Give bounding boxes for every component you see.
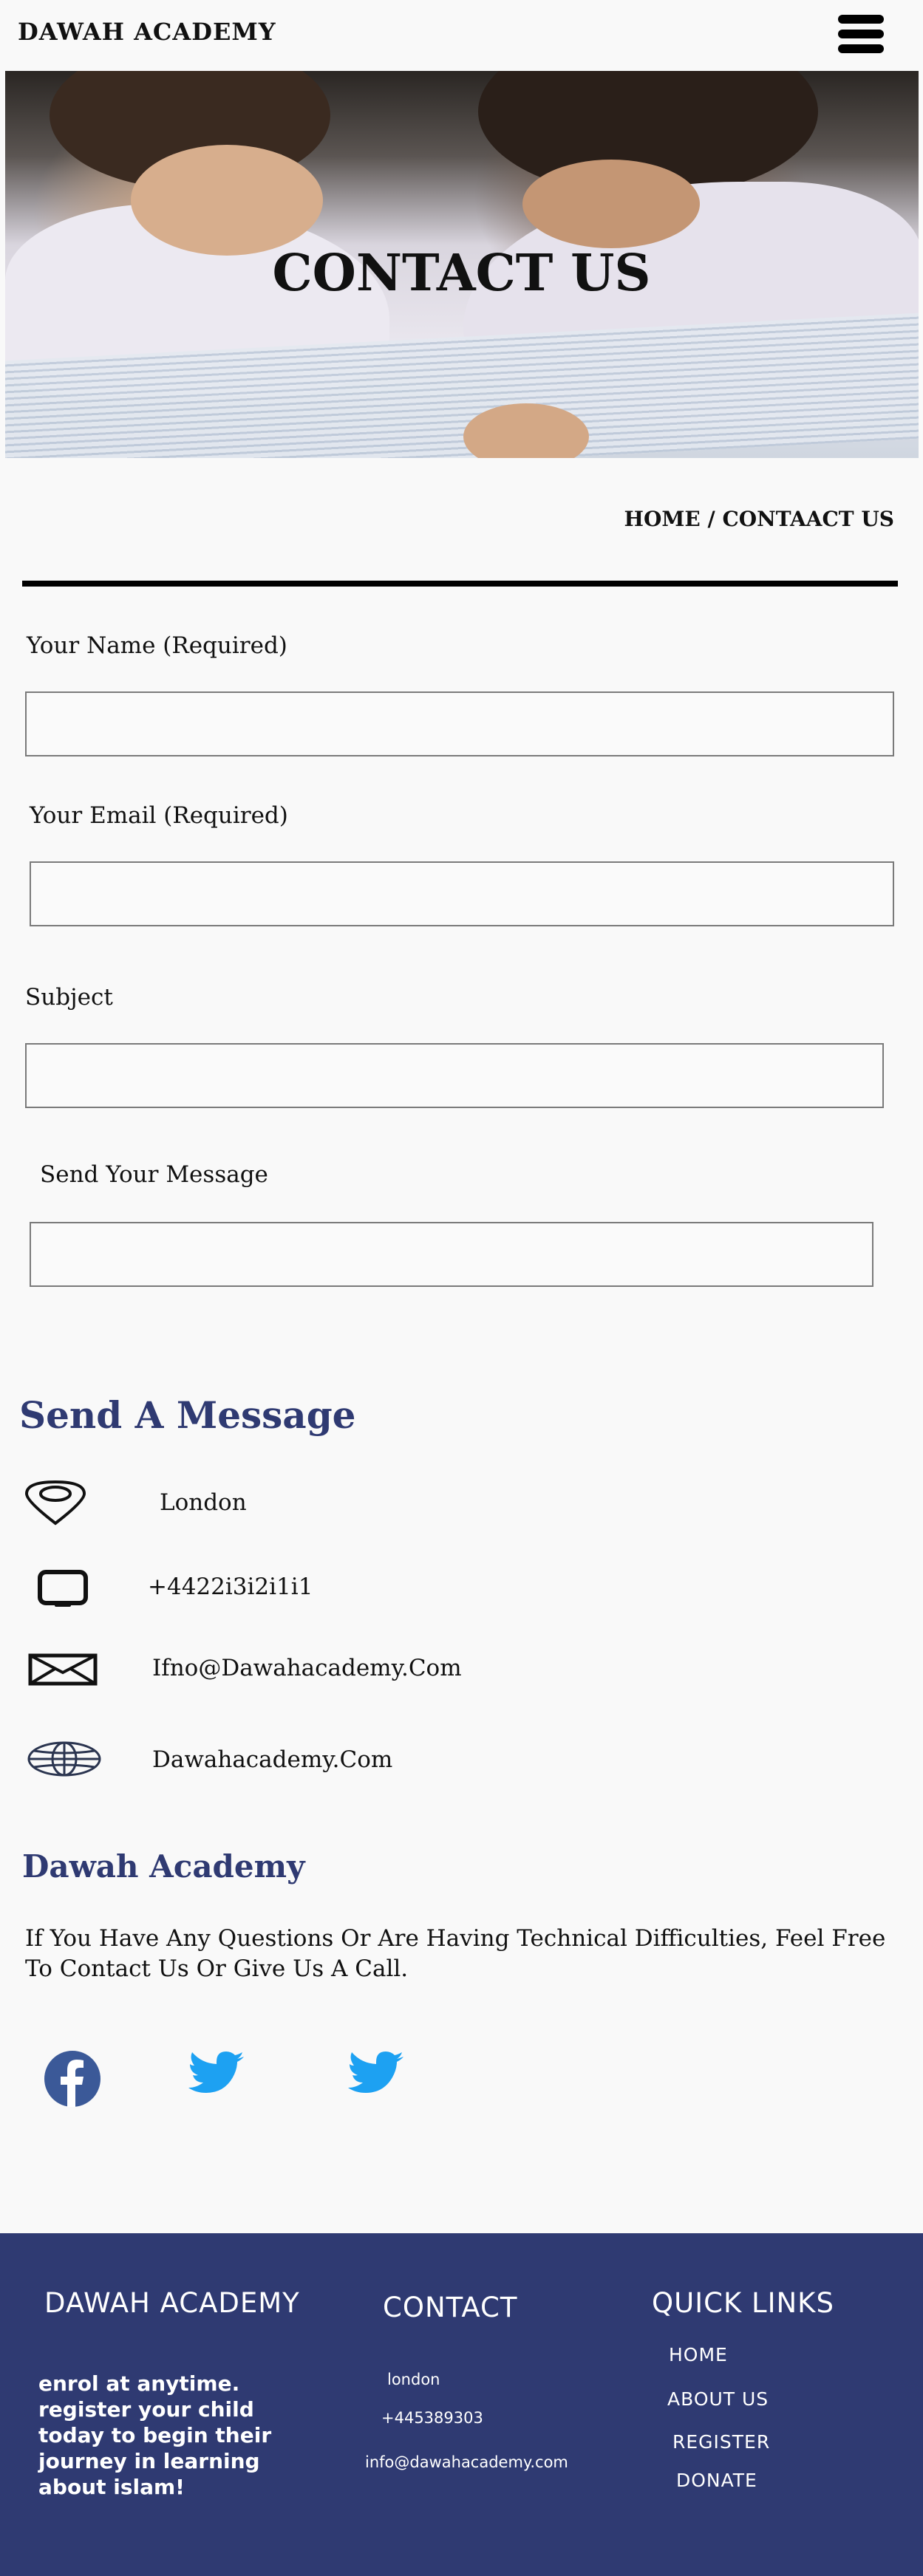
breadcrumb-separator: / (700, 507, 723, 531)
footer-brand-heading: DAWAH ACADEMY (44, 2287, 300, 2319)
hamburger-menu-icon[interactable] (838, 13, 884, 55)
footer-email[interactable]: info@dawahacademy.com (365, 2453, 568, 2471)
name-input[interactable] (25, 691, 894, 756)
breadcrumb: HOME / CONTAACT US (0, 507, 894, 531)
name-label: Your Name (Required) (27, 632, 287, 659)
tablet-icon (37, 1569, 89, 1612)
message-input[interactable] (30, 1222, 873, 1287)
facebook-icon[interactable] (43, 2049, 102, 2111)
footer-city: london (387, 2371, 440, 2388)
email-label: Your Email (Required) (30, 802, 288, 829)
email-input[interactable] (30, 861, 894, 926)
about-text: If You Have Any Questions Or Are Having … (25, 1925, 886, 1982)
footer-link-register[interactable]: REGISTER (672, 2431, 770, 2453)
footer-phone: +445389303 (381, 2409, 483, 2427)
breadcrumb-home-link[interactable]: HOME (624, 507, 701, 531)
footer-link-home[interactable]: HOME (669, 2344, 728, 2365)
about-title: Dawah Academy (22, 1848, 305, 1885)
envelope-icon (28, 1653, 98, 1689)
footer-link-about-us[interactable]: ABOUT US (667, 2388, 769, 2410)
contact-phone: +4422i3i2i1i1 (148, 1574, 313, 1600)
contact-website[interactable]: Dawahacademy.Com (152, 1746, 392, 1773)
message-label: Send Your Message (40, 1161, 268, 1188)
page-title: CONTACT US (272, 244, 651, 303)
footer-quick-links-heading: QUICK LINKS (652, 2287, 834, 2319)
location-icon (24, 1477, 87, 1529)
contact-email[interactable]: Ifno@Dawahacademy.Com (152, 1655, 462, 1681)
site-footer: DAWAH ACADEMY enrol at anytime. register… (0, 2233, 923, 2576)
site-logo[interactable]: DAWAH ACADEMY (18, 18, 276, 46)
section-divider (22, 581, 898, 587)
footer-link-donate[interactable]: DONATE (676, 2470, 757, 2491)
footer-about-text: enrol at anytime. register your child to… (38, 2371, 272, 2499)
contact-location: London (160, 1489, 247, 1516)
subject-input[interactable] (25, 1043, 884, 1108)
contact-info-title: Send A Message (19, 1393, 356, 1437)
globe-icon (27, 1740, 102, 1780)
breadcrumb-current: CONTAACT US (722, 507, 894, 531)
twitter-icon[interactable] (188, 2051, 245, 2101)
subject-label: Subject (25, 984, 113, 1011)
twitter-icon[interactable] (347, 2051, 405, 2101)
footer-contact-heading: CONTACT (383, 2292, 518, 2323)
